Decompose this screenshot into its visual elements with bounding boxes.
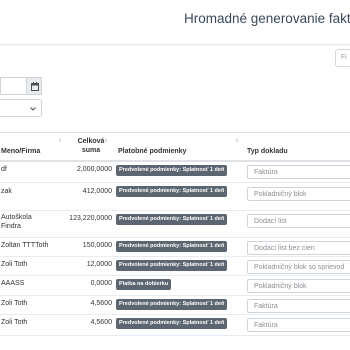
row-sum: 4,5600 [90, 300, 112, 307]
doc-type-select[interactable]: Faktúra [247, 318, 350, 332]
page-title: Hromadné generovanie faktú [184, 11, 350, 26]
table-row: zak 412,0000 Predvolené podmienky: Splat… [0, 183, 350, 211]
terms-badge: Predvolené podmienky: Splatnosť 1 deň [116, 299, 228, 310]
filter-input-placeholder: Fi [341, 54, 347, 61]
chevron-down-icon [30, 107, 36, 111]
table-row: Zoli Toth 4,5600 Predvolené podmienky: S… [0, 296, 350, 315]
doc-type-select[interactable]: Dodací list [247, 214, 350, 228]
table-row: Zoltan TTTToth 150,0000 Predvolené podmi… [0, 238, 350, 257]
header-divider [0, 44, 350, 45]
col-header-type[interactable]: Typ dokladu [247, 147, 288, 156]
terms-badge: Predvolené podmienky: Splatnosť 1 deň [116, 214, 228, 225]
invoices-table: Meno/Firma ⇅ Celková suma ⇅ Platobné pod… [0, 132, 350, 336]
table-row: AAASS 0,0000 Platba na dobierku Pokladni… [0, 276, 350, 296]
doc-type-value: Faktúra [254, 303, 278, 310]
sort-icon[interactable]: ⇅ [235, 138, 239, 144]
table-row: Zoli Toth 12,0000 Predvolené podmienky: … [0, 257, 350, 276]
row-name-line2: Findra [1, 223, 21, 230]
doc-type-value: Pokladničný blok so sprievod [254, 264, 345, 271]
doc-type-value: Faktúra [254, 169, 278, 176]
col-header-sum-line2: suma [81, 147, 101, 154]
terms-badge: Predvolené podmienky: Splatnosť 1 deň [116, 318, 228, 329]
terms-badge: Predvolené podmienky: Splatnosť 1 deň [116, 241, 228, 252]
row-sum: 123,220,0000 [69, 215, 112, 222]
calendar-button[interactable] [26, 77, 42, 95]
table-row: Autoškola Findra 123,220,0000 Predvolené… [0, 211, 350, 238]
col-header-name[interactable]: Meno/Firma [1, 147, 40, 156]
col-header-terms[interactable]: Platobné podmienky [118, 147, 186, 156]
row-sum: 150,0000 [82, 242, 112, 249]
doc-type-value: Faktúra [254, 322, 278, 329]
terms-badge: Predvolené podmienky: Splatnosť 1 deň [116, 165, 228, 176]
sort-icon[interactable]: ⇅ [58, 138, 62, 144]
filter-input[interactable]: Fi [335, 49, 350, 67]
doc-type-select[interactable]: Faktúra [247, 165, 350, 179]
doc-type-value: Pokladničný blok [254, 191, 307, 198]
doc-type-select[interactable]: Pokladničný blok [247, 187, 350, 201]
table-row: df 2,000,0000 Predvolené podmienky: Spla… [0, 162, 350, 183]
doc-type-value: Dodací list [254, 218, 287, 225]
terms-badge: Predvolené podmienky: Splatnosť 1 deň [116, 186, 228, 197]
row-sum: 0,0000 [90, 280, 112, 287]
row-sum: 4,5600 [90, 319, 112, 326]
row-sum: 12,0000 [86, 261, 112, 268]
doc-type-select[interactable]: Pokladničný blok so sprievod [247, 260, 350, 274]
doc-type-select[interactable]: Pokladničný blok [247, 279, 350, 293]
row-sum: 2,000,0000 [76, 166, 112, 173]
table-row: Zoli Toth 4,5600 Predvolené podmienky: S… [0, 315, 350, 336]
table-header: Meno/Firma ⇅ Celková suma ⇅ Platobné pod… [0, 133, 350, 162]
row-sum: 412,0000 [82, 188, 112, 195]
doc-type-select[interactable]: Dodací list bez cien [247, 241, 350, 255]
doc-type-value: Dodací list bez cien [254, 245, 315, 252]
calendar-icon [31, 82, 39, 91]
doc-type-select[interactable]: Faktúra [247, 299, 350, 313]
terms-badge: Platba na dobierku [116, 279, 172, 290]
doc-type-value: Pokladničný blok [254, 283, 307, 290]
terms-badge: Predvolené podmienky: Splatnosť 1 deň [116, 260, 228, 271]
filter-select[interactable] [0, 99, 42, 117]
sort-icon[interactable]: ⇅ [104, 138, 108, 144]
